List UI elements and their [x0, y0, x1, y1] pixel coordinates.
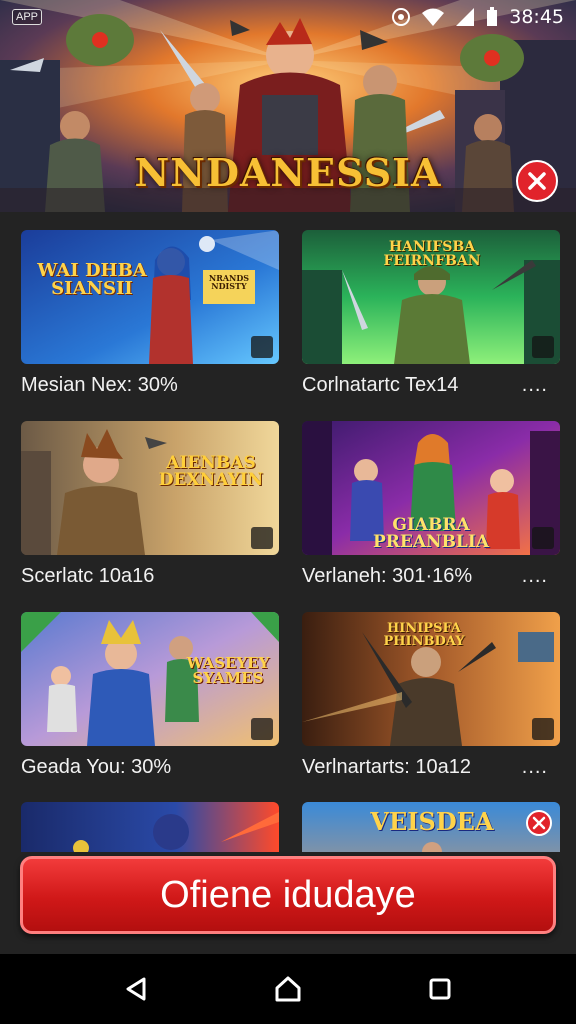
- recents-button[interactable]: [416, 965, 464, 1013]
- cta-button[interactable]: Ofiene idudaye: [20, 856, 556, 934]
- thumbnail-title: GIABRA PREANBLIA: [372, 515, 490, 552]
- game-thumbnail[interactable]: GIABRA PREANBLIA: [302, 421, 560, 555]
- lock-icon: [251, 527, 273, 549]
- game-card[interactable]: [21, 802, 279, 852]
- thumbnail-art: [21, 802, 279, 852]
- thumbnail-sign: NRANDS NDISTY: [208, 273, 250, 291]
- lock-icon: [532, 336, 554, 358]
- thumbnail-title: AIENBAS DEXNAYIN: [158, 453, 264, 490]
- recents-icon: [429, 978, 451, 1000]
- game-caption: Mesian Nex: 30%: [21, 374, 178, 396]
- thumbnail-title: HINIPSFA PHINBDAY: [383, 621, 465, 649]
- lock-icon: [251, 718, 273, 740]
- thumbnail-title: VEISDEA: [370, 807, 494, 836]
- game-thumbnail[interactable]: VEISDEA: [302, 802, 560, 852]
- cast-icon: [392, 8, 411, 26]
- home-icon: [275, 976, 301, 1002]
- close-icon: [532, 816, 546, 830]
- game-card[interactable]: HANIFSBA FEIRNFBAN Corlnatartc Tex14 ...…: [302, 230, 560, 396]
- close-icon: [528, 172, 546, 190]
- game-caption: Verlnartarts: 10a12: [302, 756, 471, 778]
- more-options-button[interactable]: ....: [522, 565, 548, 588]
- game-caption: Scerlatc 10a16: [21, 565, 155, 587]
- signal-icon: [456, 8, 475, 26]
- game-thumbnail[interactable]: WASEYEY SYAMES: [21, 612, 279, 746]
- game-thumbnail[interactable]: AIENBAS DEXNAYIN: [21, 421, 279, 555]
- game-card[interactable]: WASEYEY SYAMES Geada You: 30%: [21, 612, 279, 778]
- game-card[interactable]: HINIPSFA PHINBDAY Verlnartarts: 10a12 ..…: [302, 612, 560, 778]
- cta-area: Ofiene idudaye: [0, 852, 576, 954]
- thumbnail-title: WASEYEY SYAMES: [186, 654, 270, 687]
- game-card[interactable]: VEISDEA: [302, 802, 560, 852]
- clock: 38:45: [509, 6, 564, 28]
- close-ad-button[interactable]: [526, 810, 552, 836]
- lock-icon: [251, 336, 273, 358]
- game-card[interactable]: GIABRA PREANBLIA Verlaneh: 301·16% ....: [302, 421, 560, 587]
- navigation-bar: [0, 954, 576, 1024]
- hero-title: NNDANESSIA: [134, 150, 442, 195]
- close-ad-button[interactable]: [516, 160, 558, 202]
- status-icons: 38:45: [391, 6, 564, 28]
- game-thumbnail[interactable]: WAI DHBA SIANSII NRANDS NDISTY: [21, 230, 279, 364]
- lock-icon: [532, 527, 554, 549]
- more-options-button[interactable]: ....: [522, 756, 548, 779]
- game-card[interactable]: WAI DHBA SIANSII NRANDS NDISTY Mesian Ne…: [21, 230, 279, 396]
- battery-icon: [487, 7, 498, 26]
- wifi-icon: [422, 8, 445, 26]
- game-card[interactable]: AIENBAS DEXNAYIN Scerlatc 10a16: [21, 421, 279, 587]
- thumbnail-title: HANIFSBA FEIRNFBAN: [383, 239, 481, 269]
- game-caption: Geada You: 30%: [21, 756, 172, 778]
- more-options-button[interactable]: ....: [522, 374, 548, 397]
- lock-icon: [532, 718, 554, 740]
- game-thumbnail[interactable]: HANIFSBA FEIRNFBAN: [302, 230, 560, 364]
- back-icon: [126, 977, 146, 1001]
- game-thumbnail[interactable]: [21, 802, 279, 852]
- back-button[interactable]: [112, 965, 160, 1013]
- status-bar: APP 38:45: [0, 0, 576, 34]
- home-button[interactable]: [264, 965, 312, 1013]
- thumbnail-title: WAI DHBA SIANSII: [37, 260, 147, 299]
- game-grid[interactable]: WAI DHBA SIANSII NRANDS NDISTY Mesian Ne…: [0, 212, 576, 852]
- game-caption: Verlaneh: 301·16%: [302, 565, 473, 587]
- game-thumbnail[interactable]: HINIPSFA PHINBDAY: [302, 612, 560, 746]
- game-caption: Corlnatartc Tex14: [302, 374, 459, 396]
- app-chip: APP: [12, 9, 43, 25]
